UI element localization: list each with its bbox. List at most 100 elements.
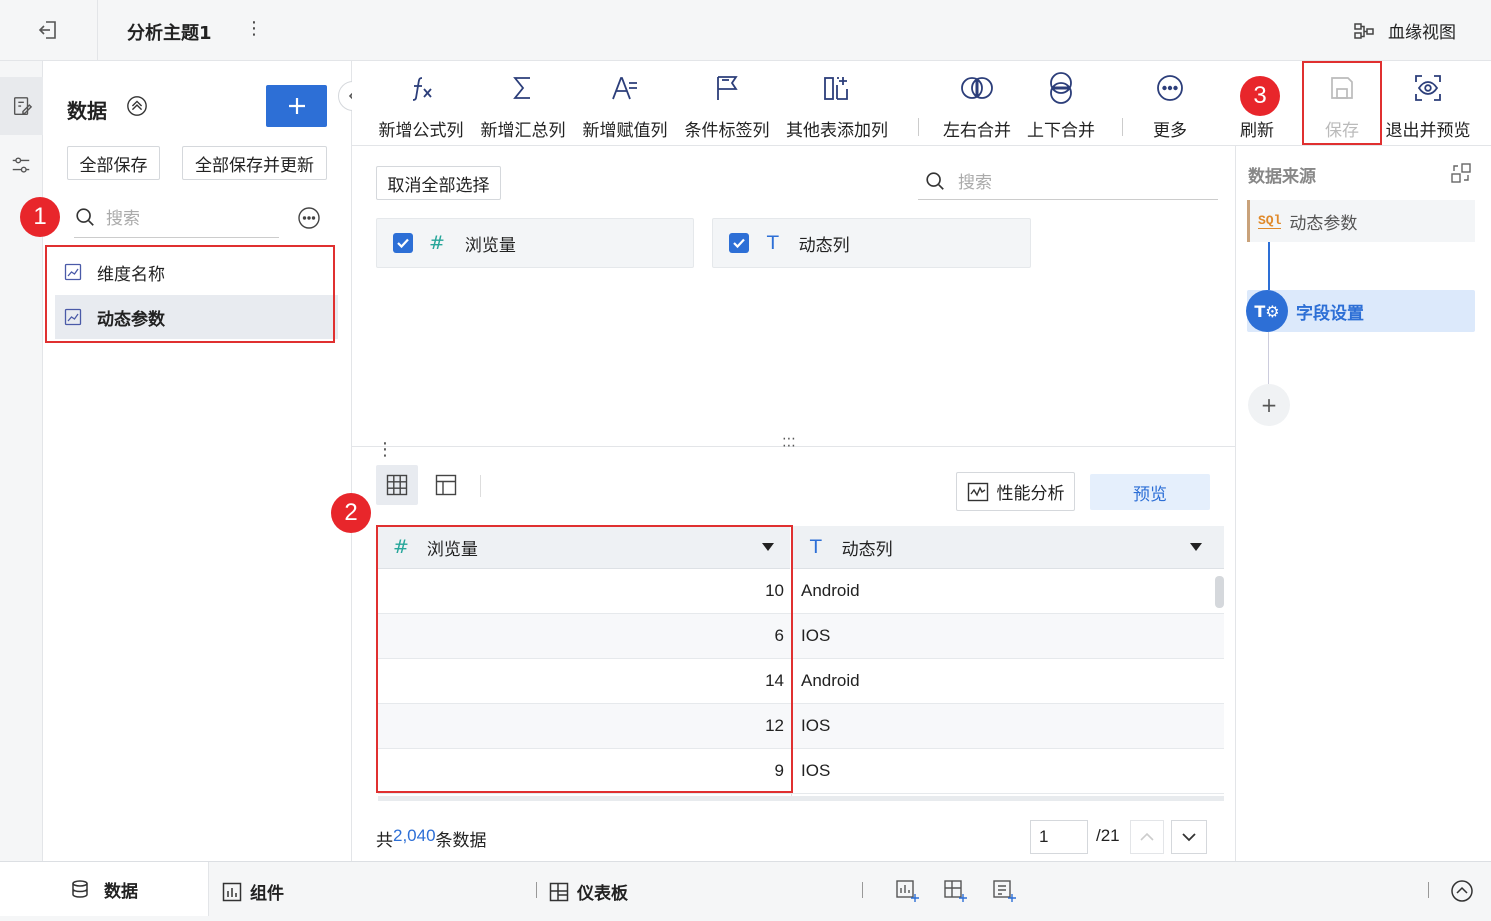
rail-data-icon[interactable]: [0, 77, 43, 135]
title-menu-icon[interactable]: ⋮: [245, 18, 263, 39]
data-search-input[interactable]: 搜索: [74, 196, 279, 238]
splitter-handle-icon[interactable]: ⋮: [376, 439, 394, 460]
collapse-up-icon[interactable]: [126, 95, 148, 117]
chevron-up-icon: [1140, 832, 1154, 841]
toolbar-label: 刷新: [1240, 121, 1274, 141]
source-node-label: 动态参数: [1289, 213, 1358, 234]
check-icon: [733, 238, 745, 249]
add-step-button[interactable]: +: [1248, 384, 1290, 426]
more-button[interactable]: 更多: [1140, 66, 1200, 141]
merge-lr-icon: [960, 66, 994, 110]
add-report-icon[interactable]: [992, 879, 1016, 903]
checkbox-checked[interactable]: [729, 233, 749, 253]
tab-data[interactable]: 数据: [0, 862, 209, 916]
source-node[interactable]: SQl 动态参数: [1247, 200, 1475, 242]
table-scrollbar[interactable]: [1215, 576, 1224, 608]
exit-preview-button[interactable]: 退出并预览: [1382, 66, 1474, 141]
toolbar-label: 更多: [1153, 121, 1187, 141]
expand-up-icon[interactable]: [1450, 879, 1474, 903]
bar-chart-icon: [222, 882, 242, 901]
field-setting-label: 字段设置: [1296, 303, 1364, 324]
sql-icon: SQl: [1258, 213, 1282, 229]
page-title: 分析主题1: [127, 23, 212, 44]
search-icon: [926, 171, 944, 190]
layout-view-button[interactable]: [435, 474, 457, 496]
rail-settings-icon[interactable]: [10, 154, 32, 176]
table-cell: Android: [791, 569, 1224, 614]
table-cell: IOS: [791, 749, 1224, 794]
add-assign-column-button[interactable]: 新增赋值列: [579, 66, 671, 141]
grid-view-button[interactable]: [376, 465, 418, 505]
step-badge-1: 1: [20, 197, 60, 237]
column-header-label: 动态列: [841, 539, 893, 560]
field-label: 浏览量: [464, 235, 516, 256]
column-header[interactable]: T 动态列: [792, 526, 1224, 569]
toolbar-label: 条件标签列: [684, 121, 770, 141]
condition-tag-column-button[interactable]: 条件标签列: [681, 66, 773, 141]
table-cell: Android: [791, 659, 1224, 704]
formula-icon: [406, 66, 436, 110]
tab-components[interactable]: 组件: [222, 879, 284, 904]
merge-top-bottom-button[interactable]: 上下合并: [1022, 66, 1100, 141]
exit-icon[interactable]: [36, 18, 60, 42]
merge-left-right-button[interactable]: 左右合并: [938, 66, 1016, 141]
total-suffix: 条数据: [435, 831, 487, 851]
preview-button[interactable]: 预览: [1090, 474, 1210, 510]
add-formula-column-button[interactable]: 新增公式列: [375, 66, 467, 141]
tab-dashboard[interactable]: 仪表板: [549, 879, 628, 904]
add-dashboard-icon[interactable]: [943, 879, 967, 903]
next-page-button[interactable]: [1171, 820, 1207, 854]
number-type-icon: #: [429, 232, 445, 254]
total-count-value: 2,040: [393, 826, 436, 845]
page-number-input[interactable]: 1: [1030, 820, 1088, 854]
add-data-button[interactable]: [266, 85, 327, 127]
layout-icon: [435, 474, 457, 496]
data-panel-title: 数据: [67, 99, 107, 123]
field-card[interactable]: T 动态列: [712, 218, 1031, 268]
sigma-icon: [508, 66, 538, 110]
horizontal-scrollbar[interactable]: [378, 796, 1224, 801]
toolbar-label: 退出并预览: [1385, 121, 1471, 141]
left-rail: [0, 61, 43, 861]
field-setting-icon: T⚙: [1246, 290, 1288, 332]
assign-icon: [610, 66, 640, 110]
step-badge-3: 3: [1240, 76, 1280, 116]
resize-handle-icon[interactable]: ⋯ ⋯: [782, 432, 797, 453]
checkbox-checked[interactable]: [393, 233, 413, 253]
lineage-view-button[interactable]: 血缘视图: [1352, 18, 1456, 43]
field-setting-node[interactable]: T⚙ 字段设置: [1246, 290, 1475, 332]
performance-label: 性能分析: [996, 484, 1065, 504]
flow-connector: [1268, 332, 1269, 384]
more-icon: [1155, 66, 1185, 110]
add-other-table-column-button[interactable]: 其他表添加列: [780, 66, 894, 141]
tab-label: 组件: [250, 884, 284, 904]
add-column-icon: [822, 66, 852, 110]
save-all-update-button[interactable]: 全部保存并更新: [182, 146, 327, 180]
table-cell: IOS: [791, 704, 1224, 749]
toolbar-label: 新增公式列: [378, 121, 464, 141]
field-search-input[interactable]: 搜索: [918, 162, 1218, 200]
highlight-box-2: [376, 525, 793, 793]
top-bar: 分析主题1 ⋮ 血缘视图: [0, 0, 1491, 61]
highlight-box-1: [45, 245, 335, 343]
more-options-icon[interactable]: [297, 206, 321, 230]
save-all-button[interactable]: 全部保存: [67, 146, 160, 180]
check-icon: [397, 238, 409, 249]
deselect-all-button[interactable]: 取消全部选择: [376, 166, 501, 200]
dashboard-icon: [549, 882, 569, 901]
field-card[interactable]: # 浏览量: [376, 218, 694, 268]
table-cell: IOS: [791, 614, 1224, 659]
switch-source-icon[interactable]: [1450, 162, 1472, 184]
prev-page-button[interactable]: [1130, 820, 1164, 854]
lineage-label: 血缘视图: [1388, 23, 1456, 43]
search-placeholder: 搜索: [958, 173, 992, 193]
performance-analysis-button[interactable]: 性能分析: [956, 472, 1075, 511]
caret-down-icon[interactable]: [1190, 543, 1202, 551]
highlight-box-3: [1302, 61, 1382, 145]
add-summary-column-button[interactable]: 新增汇总列: [477, 66, 569, 141]
data-panel: 数据 全部保存 全部保存并更新 搜索 维度名称 动态参数 ⋮: [43, 61, 394, 861]
add-component-icon[interactable]: [895, 879, 919, 903]
bottom-bar: 数据 组件 仪表板: [0, 861, 1491, 921]
field-label: 动态列: [798, 235, 850, 256]
toolbar-label: 上下合并: [1027, 121, 1095, 141]
